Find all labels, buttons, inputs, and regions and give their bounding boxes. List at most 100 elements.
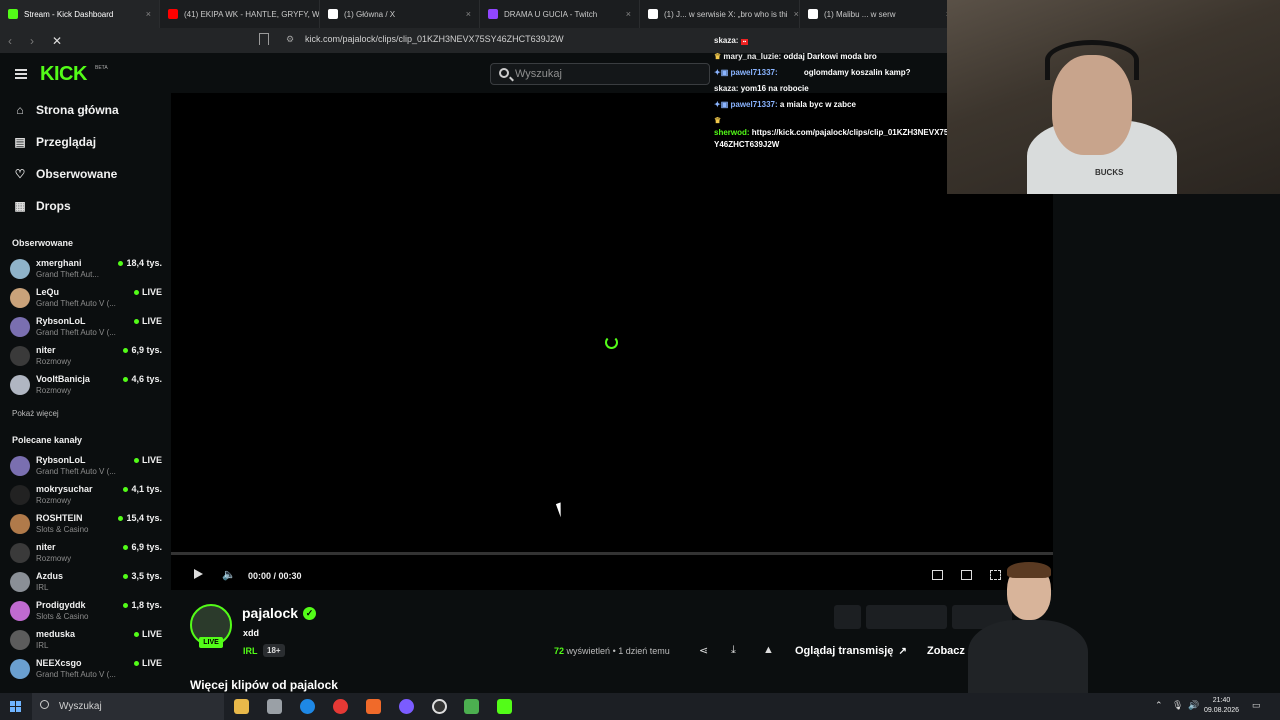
sidebar-item-home[interactable]: ⌂ Strona główna [14,103,118,117]
channel-viewers: LIVE [133,629,162,639]
live-dot-icon [133,319,139,325]
live-dot-icon [133,632,139,638]
home-icon: ⌂ [16,103,24,117]
search-input[interactable]: Wyszukaj [490,63,710,85]
show-more-link[interactable]: Pokaż więcej [12,409,59,418]
channel-item[interactable]: mokrysuchar Rozmowy 4,1 tys. [10,482,162,510]
download-icon[interactable]: ⤓ [731,644,736,657]
channel-category: Grand Theft Auto V (... [36,299,116,308]
brave-icon[interactable] [366,699,381,714]
tab-favicon-icon [808,9,818,19]
sidebar-item-drops[interactable]: ▦ Drops [14,199,70,213]
tab-close-icon[interactable]: × [466,9,471,19]
channel-item[interactable]: meduska IRL LIVE [10,627,162,655]
browser-tab[interactable]: (1) J... w serwisie X: „bro who is thi × [640,0,800,28]
tab-favicon-icon [8,9,18,19]
channel-avatar [10,456,30,476]
tab-close-icon[interactable]: × [794,9,799,19]
microphone-icon[interactable]: 🎙 [1172,700,1183,711]
windows-start-icon[interactable] [10,701,21,712]
menu-icon[interactable] [15,69,27,79]
channel-item[interactable]: RybsonLoL Grand Theft Auto V (... LIVE [10,453,162,481]
speaker-icon[interactable]: 🔊 [1188,700,1199,711]
chrome-icon[interactable] [333,699,348,714]
progress-bar[interactable] [171,552,1053,555]
watch-stream-button[interactable]: Oglądaj transmisję ↗ [787,639,915,663]
channel-avatar [10,659,30,679]
channel-item[interactable]: niter Rozmowy 6,9 tys. [10,540,162,568]
channel-item[interactable]: VooltBanicja Rozmowy 4,6 tys. [10,372,162,400]
pip-icon[interactable] [932,570,943,580]
followed-title: Obserwowane [12,238,74,248]
channel-name: RybsonLoL [36,455,86,465]
kick-logo[interactable]: KICK [40,63,87,86]
app-icon[interactable] [267,699,282,714]
channel-item[interactable]: xmerghani Grand Theft Aut... 18,4 tys. [10,256,162,284]
sidebar-item-following[interactable]: ♡ Obserwowane [14,167,118,181]
tab-title: (41) EKIPA WK - HANTLE, GRYFY, W [184,9,320,19]
volume-icon[interactable]: 🔈 [222,568,236,581]
back-icon[interactable]: ‹ [8,34,12,48]
obs-icon[interactable] [432,699,447,714]
discord-icon[interactable] [399,699,414,714]
streamer-name[interactable]: pajalock [242,605,298,621]
category-link[interactable]: IRL [243,646,258,656]
channel-viewers: LIVE [133,658,162,668]
channel-category: Rozmowy [36,554,72,563]
channel-item[interactable]: RybsonLoL Grand Theft Auto V (... LIVE [10,314,162,342]
chat-user: sherwod: [714,128,750,137]
play-icon[interactable] [194,569,203,579]
browser-tab[interactable]: (41) EKIPA WK - HANTLE, GRYFY, W× [160,0,320,28]
channel-category: Grand Theft Aut... [36,270,99,279]
channel-viewers-text: 1,8 tys. [131,600,162,610]
sidebar-item-label: Obserwowane [36,167,118,181]
edge-icon[interactable] [300,699,315,714]
clock-time: 21:40 [1212,697,1231,704]
forward-icon[interactable]: › [30,34,34,48]
app-icon[interactable] [464,699,479,714]
channel-item[interactable]: Prodigyddk Slots & Casino 1,8 tys. [10,598,162,626]
search-placeholder: Wyszukaj [515,68,562,80]
channel-avatar [10,259,30,279]
channel-viewers-text: LIVE [141,629,162,639]
channel-item[interactable]: ROSHTEIN Slots & Casino 15,4 tys. [10,511,162,539]
channel-item[interactable]: LeQu Grand Theft Auto V (... LIVE [10,285,162,313]
browser-tab[interactable]: (1) Główna / X × [320,0,480,28]
channel-item[interactable]: NEEXcsgo Grand Theft Auto V (... LIVE [10,656,162,684]
site-info-icon[interactable]: ⚙ [286,34,294,45]
chat-message: skaza: yom16 na robocie [714,84,809,93]
bookmark-icon[interactable] [259,33,269,45]
browser-tab[interactable]: DRAMA U GUCIA - Twitch × [480,0,640,28]
notification-icon[interactable]: ▭ [1252,700,1261,711]
url-field[interactable]: kick.com/pajalock/clips/clip_01KZH3NEVX7… [305,34,564,44]
channel-viewers-text: 3,5 tys. [131,571,162,581]
channel-item[interactable]: niter Rozmowy 6,9 tys. [10,343,162,371]
channel-name: RybsonLoL [36,316,86,326]
search-icon [499,68,509,78]
crown-icon: ♛ [714,116,722,125]
reload-stop-icon[interactable]: ✕ [52,34,62,48]
file-explorer-icon[interactable] [234,699,249,714]
beta-label: BETA [95,65,108,71]
browser-tab[interactable]: (1) Malibu ... w serw× [800,0,960,28]
clock[interactable]: 21:40 09.08.2026 [1204,696,1239,716]
channel-viewers: 6,9 tys. [123,542,162,552]
live-dot-icon [123,377,129,383]
channel-name: mokrysuchar [36,484,93,494]
chat-text: yom16 na robocie [740,84,809,93]
report-icon[interactable]: ▲ [763,644,774,656]
tray-chevron-icon[interactable]: ⌃ [1155,700,1163,711]
channel-viewers-text: LIVE [141,287,162,297]
clip-age: • 1 dzień temu [612,646,670,656]
tab-close-icon[interactable]: × [146,9,151,19]
browser-tab[interactable]: Stream - Kick Dashboard × [0,0,160,28]
channel-item[interactable]: Azdus IRL 3,5 tys. [10,569,162,597]
share-icon[interactable]: ⋖ [699,644,708,657]
time-display: 00:00 / 00:30 [248,571,302,581]
taskbar-search[interactable]: Wyszukaj [32,693,224,720]
tab-close-icon[interactable]: × [626,9,631,19]
kick-app-icon[interactable] [497,699,512,714]
channel-viewers-text: LIVE [141,316,162,326]
channel-category: Grand Theft Auto V (... [36,328,116,337]
sidebar-item-browse[interactable]: ▤ Przeglądaj [14,135,96,149]
